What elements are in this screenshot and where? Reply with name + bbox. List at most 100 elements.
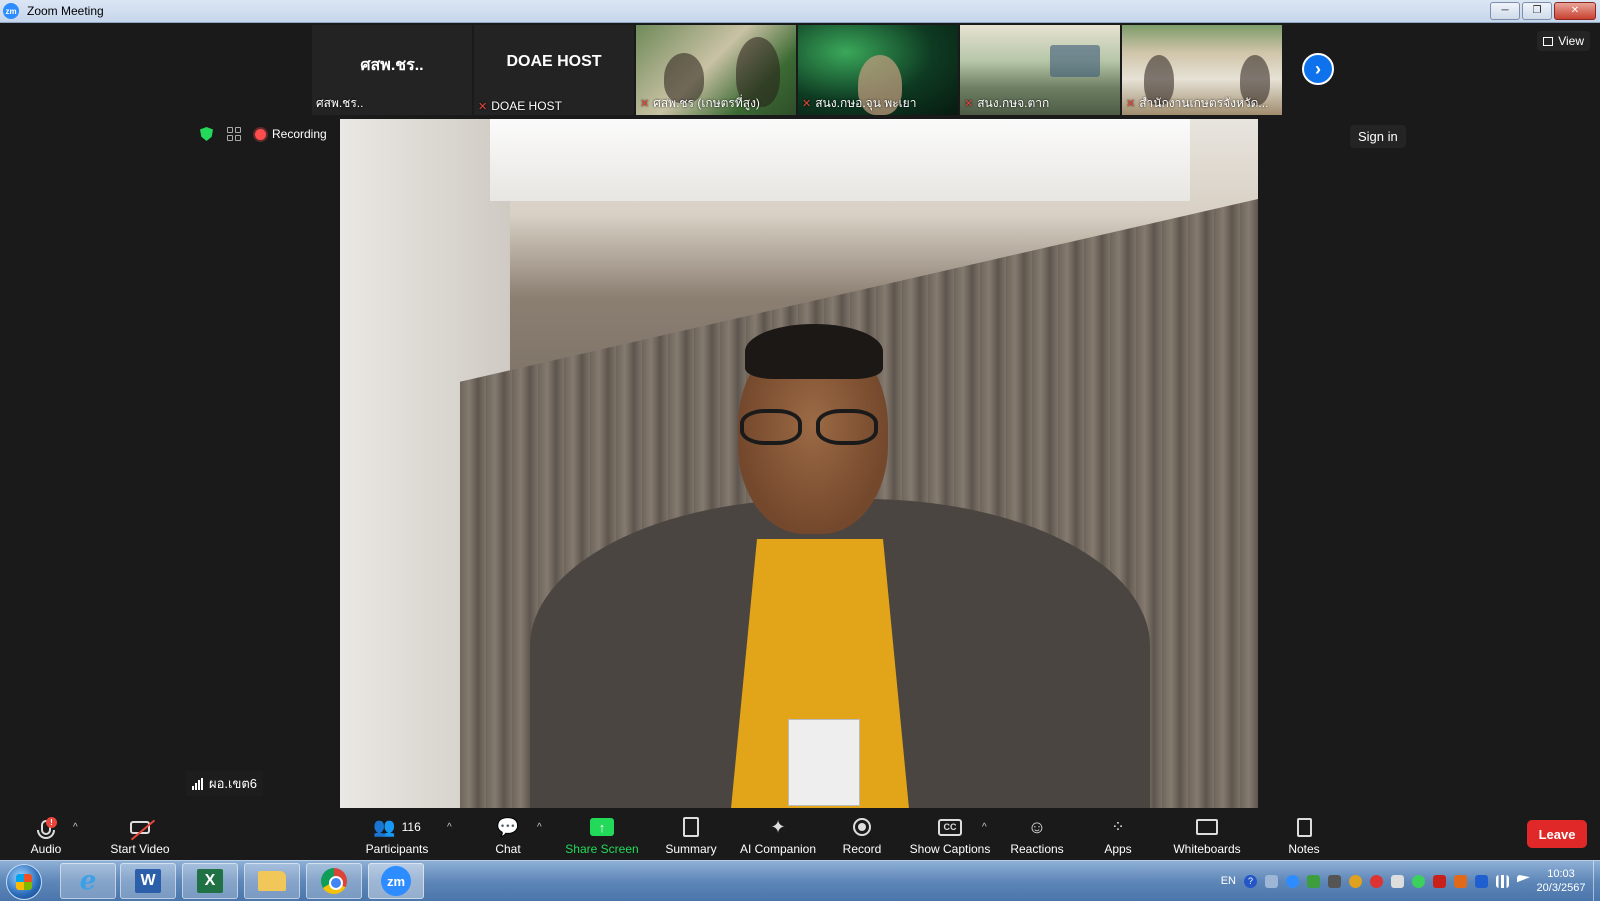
microphone-icon: ! — [37, 816, 57, 839]
closed-captions-icon: CC — [938, 818, 962, 836]
participant-name-label: ศสพ.ชร.. — [316, 96, 364, 110]
speaker-name-badge — [788, 719, 860, 806]
help-icon[interactable]: ? — [1244, 874, 1257, 888]
clock-time: 10:03 — [1547, 868, 1575, 880]
clock-date: 20/3/2567 — [1536, 882, 1586, 894]
meeting-status-bar: Recording — [200, 127, 327, 141]
record-button[interactable]: Record — [840, 812, 884, 856]
folder-icon — [258, 871, 286, 891]
mic-muted-icon: ✕ — [802, 98, 812, 110]
wifi-signal-icon[interactable] — [1496, 874, 1509, 888]
view-button[interactable]: View — [1537, 31, 1590, 51]
share-screen-button[interactable]: ↑ Share Screen — [562, 812, 642, 856]
participant-name-label: ✕ สำนักงานเกษตรจังหวัด... — [1126, 96, 1269, 110]
office-tray-icon[interactable] — [1454, 874, 1467, 888]
taskbar-internet-explorer[interactable]: e — [60, 863, 116, 899]
mic-muted-icon: ✕ — [478, 101, 488, 113]
notes-icon — [1296, 817, 1312, 837]
minimize-button[interactable]: ─ — [1490, 2, 1520, 20]
active-speaker-video[interactable] — [340, 119, 1258, 808]
participant-video-tile[interactable]: ✕ ศสพ.ชร (เกษตรที่สูง) — [636, 25, 796, 115]
show-desktop-button[interactable] — [1593, 861, 1600, 901]
windows-start-button[interactable] — [6, 864, 42, 900]
chat-options-caret-icon[interactable]: ^ — [537, 822, 542, 833]
summary-button[interactable]: Summary — [662, 812, 720, 856]
whiteboard-icon — [1196, 819, 1218, 835]
window-title: Zoom Meeting — [27, 4, 104, 18]
chevron-right-icon: › — [1315, 58, 1321, 79]
audio-button[interactable]: ! Audio — [28, 812, 64, 856]
window-controls: ─ ❐ ✕ — [1490, 2, 1596, 20]
participant-name-label: ✕ สนง.กษอ.จุน พะเยา — [802, 96, 917, 110]
recording-indicator[interactable]: Recording — [255, 127, 327, 141]
next-page-button[interactable]: › — [1302, 53, 1334, 85]
close-window-button[interactable]: ✕ — [1554, 2, 1596, 20]
participant-name-label: ✕ ศสพ.ชร (เกษตรที่สูง) — [640, 96, 760, 110]
chat-button[interactable]: 💬 Chat — [488, 812, 528, 857]
record-icon — [853, 818, 871, 836]
system-clock[interactable]: 10:03 20/3/2567 — [1530, 867, 1592, 895]
printer-tray-icon[interactable] — [1328, 874, 1341, 888]
zoom-app-icon: zm — [3, 3, 19, 19]
sparkle-icon: ✦ — [770, 816, 786, 837]
taskbar-excel[interactable]: X — [182, 863, 238, 899]
start-video-button[interactable]: Start Video — [104, 812, 176, 856]
ai-companion-button[interactable]: ✦ AI Companion — [736, 812, 820, 857]
line-tray-icon[interactable] — [1412, 874, 1425, 888]
participant-tile[interactable]: DOAE HOST ✕ DOAE HOST — [474, 25, 634, 115]
apps-icon: ⁘ — [1111, 819, 1125, 836]
chrome-icon — [321, 868, 347, 894]
video-background-window — [490, 119, 1190, 201]
participant-video-tile[interactable]: ✕ สนง.กษอ.จุน พะเยา — [798, 25, 958, 115]
notes-button[interactable]: Notes — [1284, 812, 1324, 856]
taskbar-zoom[interactable]: zm — [368, 863, 424, 899]
summary-document-icon — [683, 817, 699, 837]
volume-icon[interactable] — [1391, 874, 1404, 888]
zoom-icon: zm — [381, 866, 411, 896]
taskbar-file-explorer[interactable] — [244, 863, 300, 899]
recording-dot-icon — [255, 128, 266, 140]
meeting-info-icon[interactable] — [227, 127, 241, 141]
smiley-icon: ☺ — [1027, 816, 1047, 837]
captions-options-caret-icon[interactable]: ^ — [982, 822, 987, 833]
participant-video-tile[interactable]: ✕ สนง.กษจ.ตาก — [960, 25, 1120, 115]
security-tray-icon[interactable] — [1307, 874, 1320, 888]
connection-signal-icon — [192, 777, 203, 790]
alert-badge-icon: ! — [46, 816, 57, 828]
participants-icon: 👥 — [373, 816, 396, 837]
share-screen-icon: ↑ — [590, 818, 614, 836]
whiteboards-button[interactable]: Whiteboards — [1170, 812, 1244, 856]
view-grid-icon — [1543, 36, 1554, 46]
show-captions-button[interactable]: CC Show Captions — [908, 812, 992, 856]
restore-button[interactable]: ❐ — [1522, 2, 1552, 20]
network-share-icon[interactable] — [1265, 874, 1278, 888]
video-off-icon — [130, 819, 156, 840]
taskbar-chrome[interactable] — [306, 863, 362, 899]
speaker-hair — [745, 324, 883, 379]
action-center-flag-icon[interactable] — [1517, 874, 1530, 883]
participant-tile[interactable]: ศสพ.ชร.. ศสพ.ชร.. — [312, 25, 472, 115]
update-tray-icon[interactable] — [1349, 874, 1362, 888]
zoom-tray-icon[interactable] — [1286, 874, 1299, 888]
meeting-controls-toolbar: ! Audio ^ Start Video 👥 116 Participants … — [0, 808, 1600, 860]
leave-meeting-button[interactable]: Leave — [1527, 820, 1587, 848]
security-shield-icon[interactable] — [200, 127, 213, 141]
input-language-indicator[interactable]: EN — [1221, 875, 1236, 887]
window-title-bar: zm Zoom Meeting ─ ❐ ✕ — [0, 0, 1600, 23]
sign-in-button[interactable]: Sign in — [1350, 125, 1406, 148]
acrobat-tray-icon[interactable] — [1433, 874, 1446, 888]
mic-muted-icon: ✕ — [1126, 98, 1136, 110]
bluetooth-icon[interactable] — [1475, 874, 1488, 888]
apps-button[interactable]: ⁘ Apps — [1100, 812, 1136, 856]
reactions-button[interactable]: ☺ Reactions — [1008, 812, 1066, 857]
audio-options-caret-icon[interactable]: ^ — [73, 822, 78, 833]
chat-bubble-icon: 💬 — [496, 816, 520, 837]
system-tray: EN ? — [1221, 861, 1530, 901]
participants-button[interactable]: 👥 116 Participants — [362, 812, 432, 857]
participants-options-caret-icon[interactable]: ^ — [447, 822, 452, 833]
taskbar-word[interactable]: W — [120, 863, 176, 899]
antivirus-tray-icon[interactable] — [1370, 874, 1383, 888]
excel-icon: X — [197, 869, 223, 893]
participant-video-tile[interactable]: ✕ สำนักงานเกษตรจังหวัด... — [1122, 25, 1282, 115]
mic-muted-icon: ✕ — [964, 98, 974, 110]
